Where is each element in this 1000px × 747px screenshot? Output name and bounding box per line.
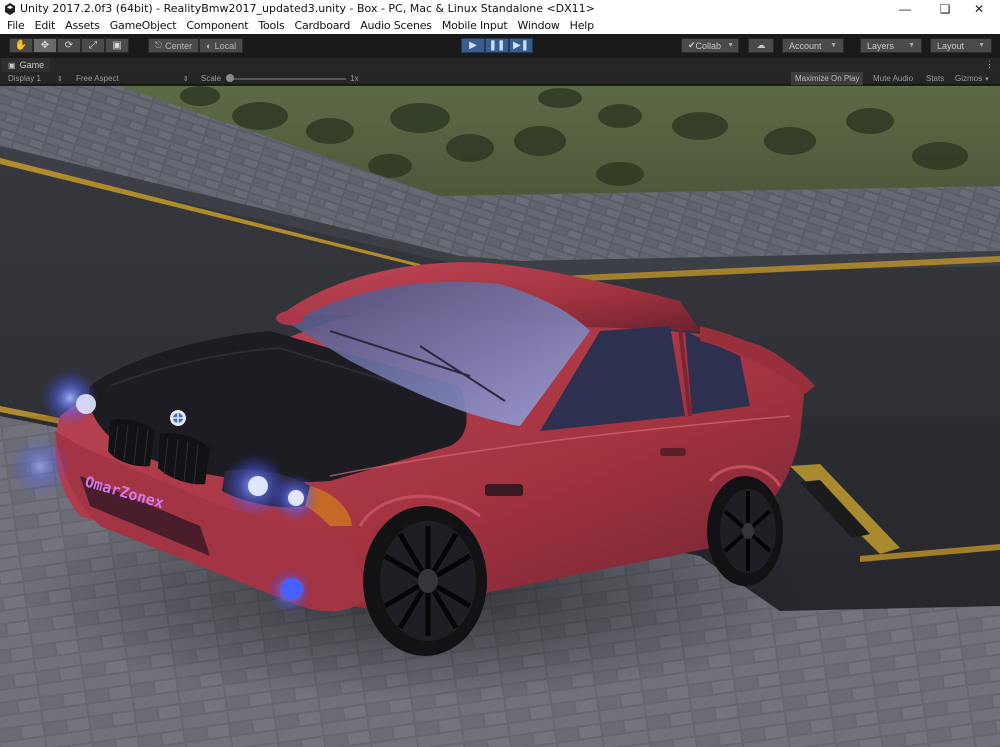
move-icon: ✥	[40, 40, 50, 51]
window-title: Unity 2017.2.0f3 (64bit) - RealityBmw201…	[20, 2, 595, 15]
menu-file[interactable]: File	[2, 19, 30, 32]
scale-label: Scale	[201, 74, 222, 83]
display-dropdown[interactable]: Display 1 ⇕	[8, 72, 63, 85]
menu-assets[interactable]: Assets	[60, 19, 105, 32]
chevron-updown-icon: ⇕	[56, 75, 63, 83]
scale-value: 1x	[350, 74, 359, 83]
scale-tool-button[interactable]: ⤢	[81, 38, 105, 53]
scale-slider-track[interactable]	[228, 78, 346, 80]
unity-logo-icon	[5, 2, 15, 15]
step-icon: ▶❚	[512, 40, 530, 51]
space-label: Local	[214, 40, 237, 51]
game-icon: ▣	[8, 60, 16, 70]
chevron-down-icon: ▾	[985, 75, 989, 83]
mute-audio-toggle[interactable]: Mute Audio	[873, 72, 913, 85]
rotate-icon: ⟳	[64, 40, 74, 51]
layers-dropdown[interactable]: Layers ▼	[860, 38, 922, 53]
title-bar: Unity 2017.2.0f3 (64bit) - RealityBmw201…	[0, 0, 1000, 17]
gizmos-label: Gizmos	[955, 74, 983, 83]
menu-bar: File Edit Assets GameObject Component To…	[0, 17, 1000, 34]
game-render: OmarZonex	[0, 86, 1000, 747]
play-controls: ▶ ❚❚ ▶❚	[461, 38, 533, 53]
account-label: Account	[789, 40, 822, 51]
maximize-on-play-toggle[interactable]: Maximize On Play	[791, 72, 864, 85]
check-icon: ✔	[688, 40, 696, 50]
layers-label: Layers	[867, 40, 895, 51]
pivot-local-toggle[interactable]: ◐ Local	[199, 38, 244, 53]
menu-mobile-input[interactable]: Mobile Input	[437, 19, 513, 32]
menu-window[interactable]: Window	[513, 19, 565, 32]
menu-gameobject[interactable]: GameObject	[105, 19, 182, 32]
collab-dropdown[interactable]: ✔ Collab ▼	[681, 38, 739, 53]
menu-help[interactable]: Help	[565, 19, 599, 32]
close-button[interactable]: ✕	[962, 0, 996, 17]
tab-menu-icon[interactable]: ⋮	[985, 59, 994, 70]
game-view-toolbar: Display 1 ⇕ Free Aspect ⇕ Scale 1x Maxim…	[0, 72, 1000, 85]
play-icon: ▶	[469, 40, 477, 51]
hand-icon: ✋	[14, 40, 28, 51]
layout-label: Layout	[937, 40, 965, 51]
menu-tools[interactable]: Tools	[253, 19, 289, 32]
pivot-center-toggle[interactable]: ⎋ Center	[148, 38, 200, 53]
minimize-button[interactable]: —	[888, 0, 922, 17]
scale-slider-handle[interactable]	[226, 74, 234, 82]
play-button[interactable]: ▶	[461, 38, 485, 53]
chevron-down-icon: ▼	[978, 42, 985, 49]
main-toolbar: ✋ ✥ ⟳ ⤢ ▣ ⎋ Center ◐ Local ▶ ❚❚ ▶❚ ✔ Colla…	[0, 34, 1000, 58]
chevron-down-icon: ▼	[727, 42, 734, 49]
aspect-label: Free Aspect	[76, 74, 119, 83]
cloud-button[interactable]: ☁	[748, 38, 774, 53]
aspect-dropdown[interactable]: Free Aspect ⇕	[76, 72, 189, 85]
chevron-updown-icon: ⇕	[182, 75, 189, 83]
rect-tool-button[interactable]: ▣	[105, 38, 129, 53]
restore-button[interactable]: ❏	[928, 0, 962, 17]
menu-component[interactable]: Component	[181, 19, 253, 32]
local-icon: ◐	[206, 40, 212, 51]
scale-icon: ⤢	[89, 40, 97, 51]
cloud-icon: ☁	[756, 40, 766, 50]
move-tool-button[interactable]: ✥	[33, 38, 57, 53]
pause-button[interactable]: ❚❚	[485, 38, 509, 53]
rotate-tool-button[interactable]: ⟳	[57, 38, 81, 53]
menu-edit[interactable]: Edit	[30, 19, 61, 32]
pause-icon: ❚❚	[488, 40, 506, 51]
chevron-down-icon: ▼	[908, 42, 915, 49]
tab-game[interactable]: ▣ Game	[2, 58, 51, 72]
menu-cardboard[interactable]: Cardboard	[289, 19, 355, 32]
display-label: Display 1	[8, 74, 41, 83]
pivot-label: Center	[165, 40, 193, 51]
tab-game-label: Game	[19, 60, 45, 70]
transform-tools: ✋ ✥ ⟳ ⤢ ▣	[9, 38, 129, 53]
chevron-down-icon: ▼	[830, 42, 837, 49]
pivot-toggles: ⎋ Center ◐ Local	[148, 38, 244, 53]
hand-tool-button[interactable]: ✋	[9, 38, 33, 53]
gizmos-dropdown[interactable]: Gizmos ▾	[955, 72, 989, 85]
pivot-icon: ⎋	[155, 40, 163, 50]
game-view[interactable]: OmarZonex	[0, 86, 1000, 747]
account-dropdown[interactable]: Account ▼	[782, 38, 844, 53]
step-button[interactable]: ▶❚	[509, 38, 533, 53]
menu-audio-scenes[interactable]: Audio Scenes	[355, 19, 437, 32]
unity-editor-window: Unity 2017.2.0f3 (64bit) - RealityBmw201…	[0, 0, 1000, 747]
game-tab-bar: ▣ Game ⋮	[0, 58, 1000, 72]
layout-dropdown[interactable]: Layout ▼	[930, 38, 992, 53]
stats-toggle[interactable]: Stats	[926, 72, 944, 85]
rect-icon: ▣	[112, 40, 122, 51]
collab-label: Collab	[695, 40, 722, 51]
